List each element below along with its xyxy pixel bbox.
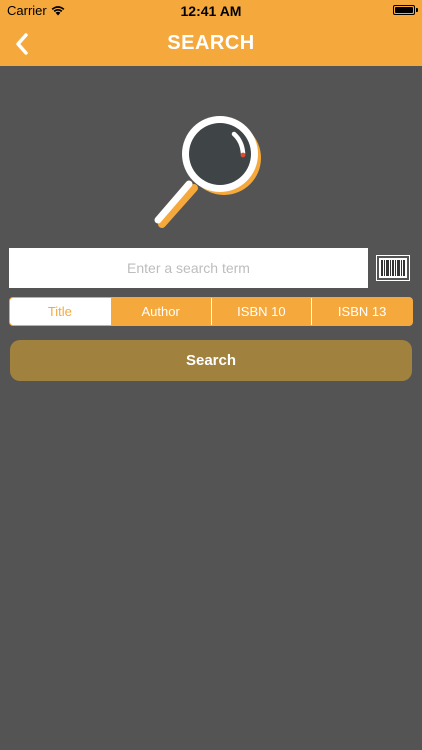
segment-isbn-13[interactable]: ISBN 13 bbox=[311, 298, 412, 325]
segment-label: ISBN 10 bbox=[237, 304, 286, 319]
search-type-segmented-control: Title Author ISBN 10 ISBN 13 bbox=[9, 297, 413, 326]
barcode-icon[interactable] bbox=[376, 255, 410, 281]
search-input[interactable] bbox=[9, 248, 368, 288]
segment-label: ISBN 13 bbox=[337, 304, 387, 319]
page-title: SEARCH bbox=[167, 32, 255, 54]
segment-isbn-10[interactable]: ISBN 10 bbox=[210, 298, 312, 325]
magnifying-glass-icon bbox=[154, 116, 261, 228]
status-time: 12:41 AM bbox=[180, 3, 242, 19]
status-bar: Carrier 12:41 AM bbox=[0, 0, 422, 22]
battery-nub bbox=[416, 8, 418, 12]
segment-label: Title bbox=[47, 304, 72, 319]
top-bar: Carrier 12:41 AM SEARCH bbox=[0, 0, 422, 66]
search-screen: Carrier 12:41 AM SEARCH Enter a search t… bbox=[0, 0, 422, 750]
segment-title[interactable]: Title bbox=[10, 298, 110, 325]
search-button-label: Search bbox=[185, 352, 237, 369]
nav-bar: SEARCH bbox=[0, 22, 422, 66]
battery-icon bbox=[393, 5, 415, 15]
search-button[interactable]: Search bbox=[10, 340, 412, 381]
segment-author[interactable]: Author bbox=[109, 298, 211, 325]
segment-label: Author bbox=[141, 304, 180, 319]
battery-level bbox=[395, 7, 413, 13]
